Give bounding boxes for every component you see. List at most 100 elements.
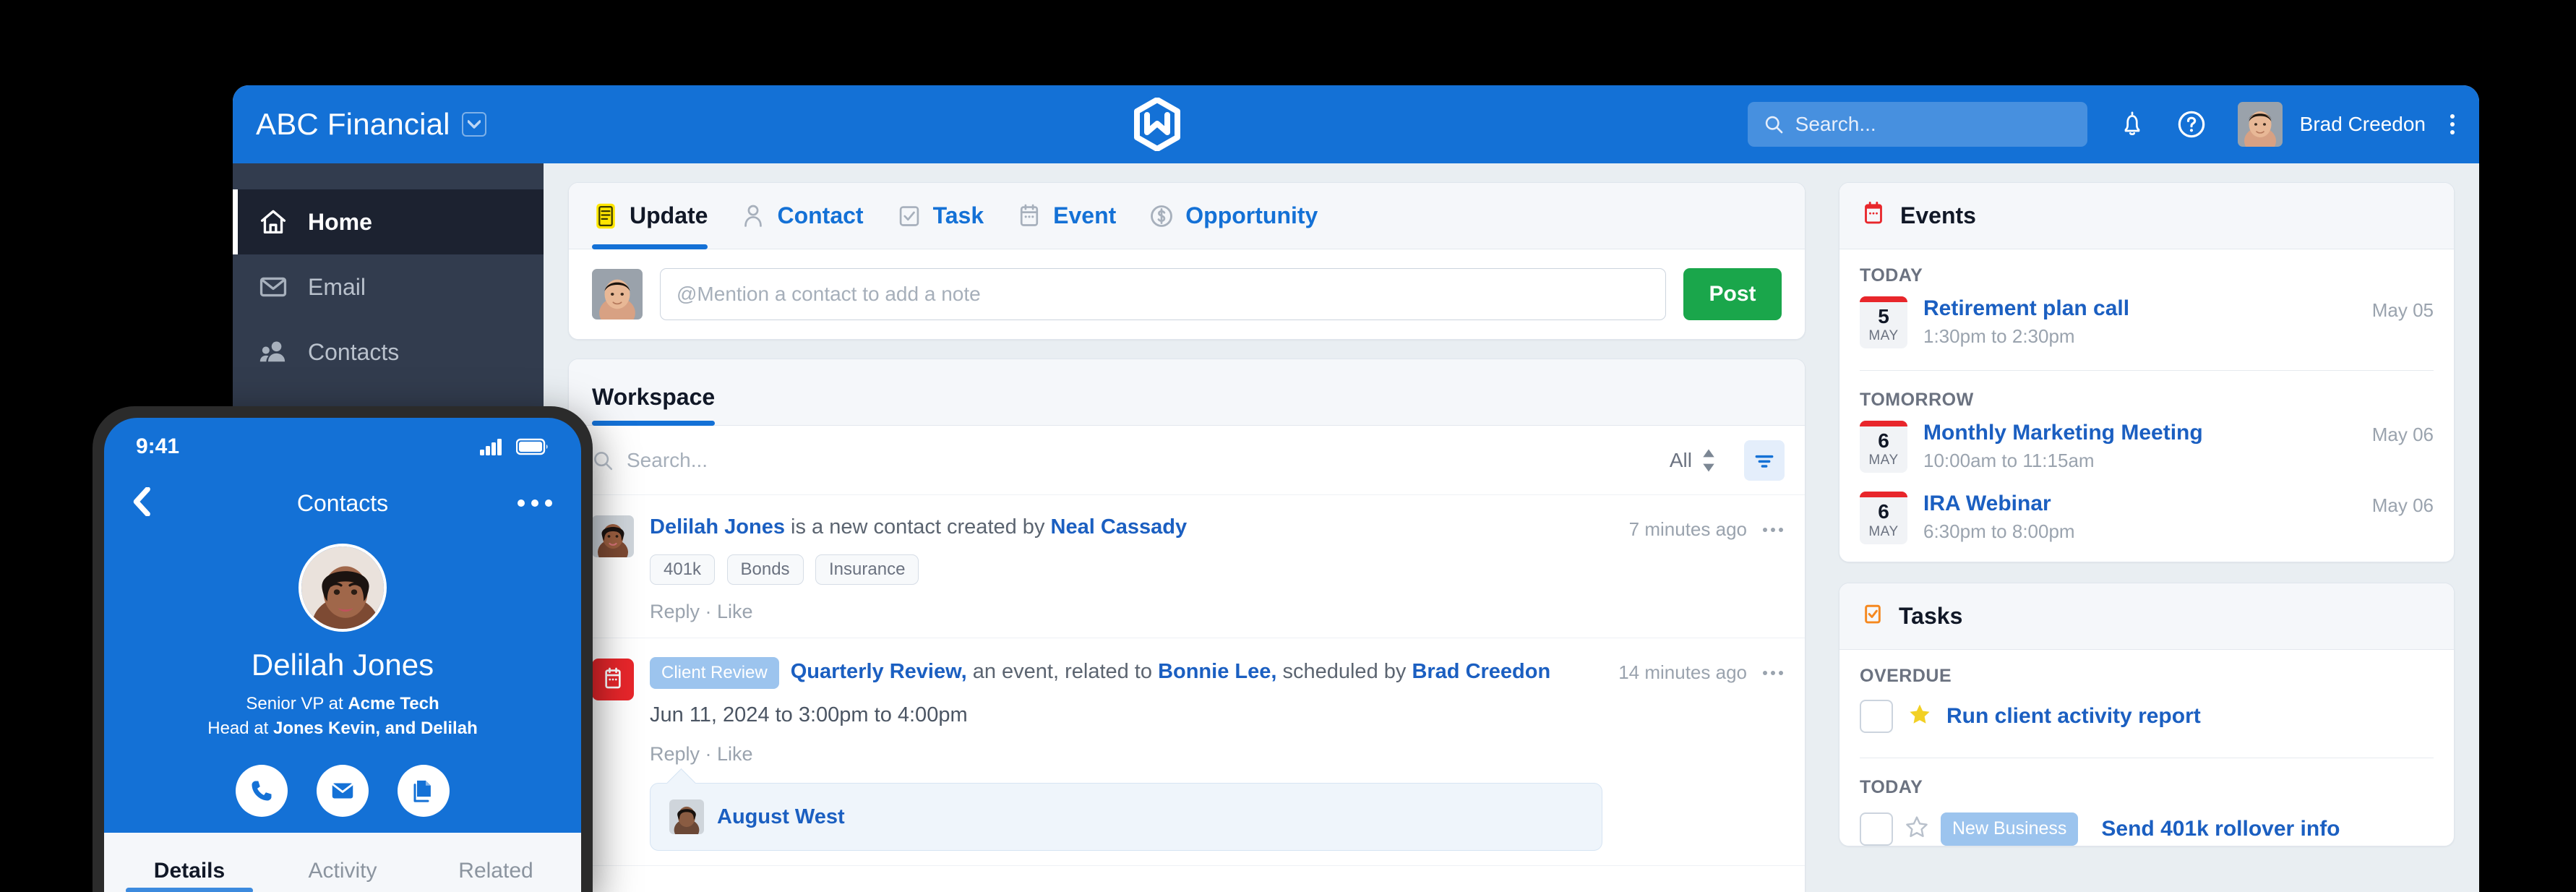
timestamp: 14 minutes ago [1618,661,1747,684]
mention-input[interactable]: @Mention a contact to add a note [660,268,1666,320]
phone-tab-label: Details [153,859,226,883]
date-chip: 6 MAY [1860,421,1907,473]
event-row[interactable]: 6 MAY IRA Webinar 6:30pm to 8:00pm May 0… [1839,492,2454,544]
phone-contact-role: Senior VP at Acme Tech [104,694,581,714]
date-chip-day: 5 [1878,305,1889,327]
tasks-panel-header: Tasks [1839,583,2454,650]
email-button[interactable] [317,765,369,817]
event-row[interactable]: 5 MAY Retirement plan call 1:30pm to 2:3… [1839,296,2454,349]
task-row[interactable]: Run client activity report [1839,699,2454,733]
actor-link[interactable]: Brad Creedon [1412,660,1550,683]
top-bar-right-group: Search... Brad Creedon [1747,102,2455,147]
tag-pill[interactable]: 401k [650,554,716,586]
chevron-down-icon[interactable] [461,112,486,137]
tab-label: Update [630,202,708,228]
more-horizontal-icon[interactable] [518,499,552,507]
task-row[interactable]: New Business Send 401k rollover info [1839,812,2454,846]
contact-link[interactable]: Delilah Jones [650,515,785,539]
task-title[interactable]: Run client activity report [1946,704,2201,729]
sidebar-item-home[interactable]: Home [233,189,544,254]
more-horizontal-icon[interactable] [1763,527,1783,532]
star-filled-icon[interactable] [1907,702,1932,730]
actor-link[interactable]: Neal Cassady [1051,515,1188,539]
date-chip: 5 MAY [1860,296,1907,349]
phone-nav-bar: Contacts [104,476,581,531]
event-link[interactable]: Quarterly Review, [791,660,967,683]
tab-update[interactable]: Update [592,183,708,249]
task-checkbox[interactable] [1860,812,1893,846]
contact-avatar [299,544,387,632]
feed-item-contact[interactable]: Delilah Jones is a new contact created b… [569,495,1805,639]
home-icon [257,206,289,238]
post-button[interactable]: Post [1683,268,1782,320]
tab-label: Task [932,202,984,228]
bell-icon[interactable] [2119,110,2145,139]
category-chip[interactable]: Client Review [650,657,779,690]
event-time: 6:30pm to 8:00pm [1923,520,2075,543]
date-chip-day: 6 [1878,429,1889,453]
sidebar-item-email[interactable]: Email [233,254,544,320]
documents-button[interactable] [398,765,450,817]
star-outline-icon[interactable] [1905,815,1929,843]
tab-label: Opportunity [1185,202,1318,228]
workspace-search-input[interactable]: Search... [627,449,1657,472]
tab-contact[interactable]: Contact [739,183,864,249]
search-input[interactable]: Search... [1747,102,2087,147]
documents-icon [413,780,431,802]
task-title[interactable]: Send 401k rollover info [2101,817,2340,841]
phone-status-bar: 9:41 [104,418,581,476]
feed-actions[interactable]: Reply · Like [650,601,1613,623]
avatar[interactable] [2237,102,2283,147]
battery-icon [516,438,548,455]
call-button[interactable] [236,765,288,817]
event-title[interactable]: Retirement plan call [1923,296,2356,321]
more-vertical-icon[interactable] [2450,114,2455,134]
phone-tab-details[interactable]: Details [113,859,266,892]
filter-button[interactable] [1744,439,1785,481]
event-detail: Jun 11, 2024 to 3:00pm to 4:00pm [650,703,968,727]
feed-scheduled-text: scheduled by [1276,660,1412,684]
phone-tabs: Details Activity Related [104,833,581,892]
brand-switcher[interactable]: ABC Financial [256,107,567,142]
event-title[interactable]: Monthly Marketing Meeting [1923,421,2356,445]
phone-action-buttons [104,765,581,817]
tab-event[interactable]: Event [1016,183,1116,249]
dollar-circle-icon [1148,200,1175,232]
task-category-chip[interactable]: New Business [1941,812,2079,846]
calendar-icon [1016,200,1043,232]
tab-task[interactable]: Task [896,183,984,249]
sidebar-item-contacts[interactable]: Contacts [233,320,544,385]
feed-actions[interactable]: Reply · Like [650,743,1602,766]
more-horizontal-icon[interactable] [1763,670,1783,675]
related-contact-link[interactable]: Bonnie Lee, [1158,660,1276,683]
phone-tab-related[interactable]: Related [419,859,572,892]
event-row[interactable]: 6 MAY Monthly Marketing Meeting 10:00am … [1839,421,2454,473]
tag-pill[interactable]: Insurance [815,554,919,586]
help-circle-icon[interactable] [2177,110,2206,139]
composer-card: Update Contact Task Event Opportunity @M… [568,182,1806,340]
feed-headline: Delilah Jones is a new contact created b… [650,514,1613,540]
envelope-icon [332,783,353,799]
tasks-panel: Tasks OVERDUE Run client activity report [1839,582,2455,846]
phone-screen: 9:41 Contacts Delilah Jones Senior VP at… [104,418,581,892]
search-icon [1765,116,1783,134]
tab-opportunity[interactable]: Opportunity [1148,183,1318,249]
envelope-icon [257,271,289,303]
tag-pill[interactable]: Bonds [726,554,804,586]
phone-icon [252,781,272,801]
tab-workspace[interactable]: Workspace [592,384,716,426]
event-time: 10:00am to 11:15am [1923,450,2095,472]
phone-tab-label: Related [458,859,533,883]
event-title[interactable]: IRA Webinar [1923,492,2356,516]
phone-overlay: 9:41 Contacts Delilah Jones Senior VP at… [93,406,593,892]
user-name: Brad Creedon [2299,113,2426,135]
events-list: TODAY 5 MAY Retirement plan call 1:30pm … [1839,249,2454,562]
app-logo[interactable] [567,98,1748,151]
reply-author[interactable]: August West [717,805,845,829]
phone-tab-activity[interactable]: Activity [266,859,419,892]
feed-item-event[interactable]: Client Review Quarterly Review, an event,… [569,638,1805,867]
events-group-label: TODAY [1860,265,1923,286]
sort-selector[interactable]: All [1670,448,1717,473]
task-checkbox[interactable] [1860,699,1893,733]
calendar-icon [1861,200,1886,231]
